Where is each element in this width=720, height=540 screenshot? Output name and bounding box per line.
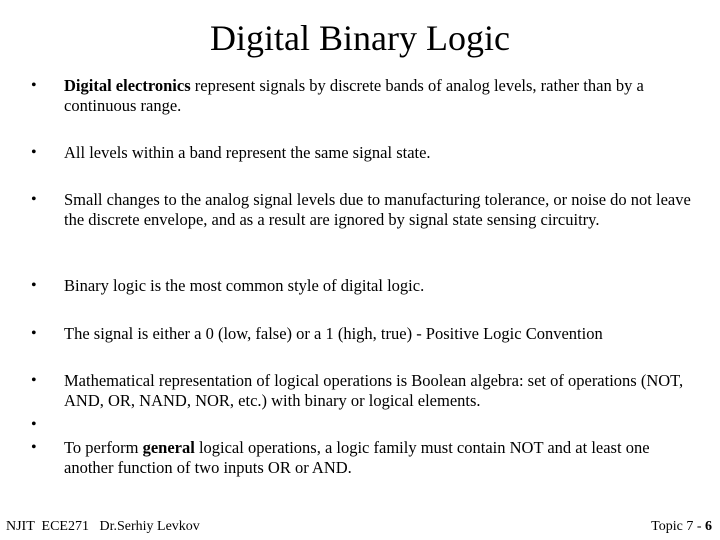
bullet-text: To perform general logical operations, a… [64,438,694,478]
bullet-bold: Digital electronics [64,76,191,95]
bullet-dot-icon: • [31,191,37,208]
bullet-dot-icon: • [31,416,37,433]
footer-left-text: NJIT ECE271 Dr.Serhiy Levkov [6,519,200,534]
bullet-bold: general [142,438,195,457]
bullet-dot-icon: • [31,372,37,389]
bullet-text: Digital electronics represent signals by… [64,76,694,116]
bullet-body-pre: To perform [64,438,143,457]
slide-title: Digital Binary Logic [210,18,510,58]
footer-page-indicator: Topic 7 - 6 [651,518,712,536]
bullet-dot-icon: • [31,77,37,94]
topic-label: Topic 7 - [651,519,705,534]
bullet-text: Small changes to the analog signal level… [64,190,691,229]
footer-course-info: NJIT ECE271 Dr.Serhiy Levkov [6,518,200,536]
bullet-dot-icon: • [31,277,37,294]
bullet-text: The signal is either a 0 (low, false) or… [64,324,603,343]
page-number: 6 [705,519,712,534]
bullet-text: Mathematical representation of logical o… [64,371,684,410]
bullet-dot-icon: • [31,439,37,456]
bullet-text: Binary logic is the most common style of… [64,276,425,295]
bullet-dot-icon: • [31,144,37,161]
bullet-dot-icon: • [31,325,37,342]
bullet-text: All levels within a band represent the s… [64,143,431,162]
